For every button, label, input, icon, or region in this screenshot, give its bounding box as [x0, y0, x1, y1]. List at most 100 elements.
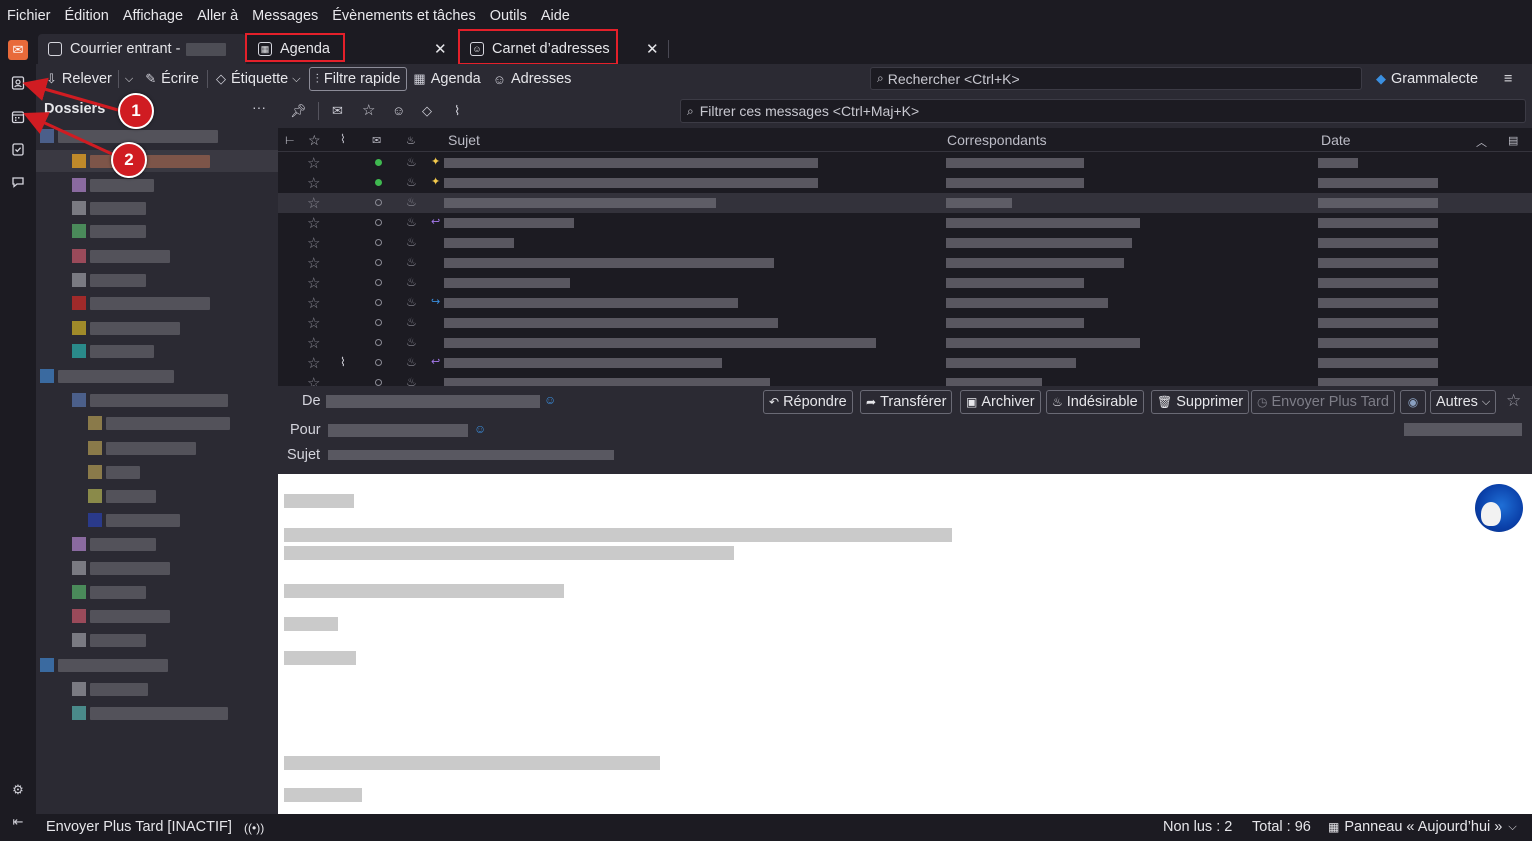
menu-messages[interactable]: Messages: [252, 8, 318, 24]
attachment-column-icon[interactable]: ⌇: [340, 132, 346, 146]
tab-inbox[interactable]: Courrier entrant -: [38, 34, 246, 64]
table-row[interactable]: ☆ ♨: [278, 253, 1532, 273]
folder-item[interactable]: [72, 199, 146, 217]
folder-item[interactable]: [72, 319, 180, 337]
folder-item[interactable]: [72, 631, 146, 649]
contact-icon[interactable]: ☺: [544, 393, 556, 407]
tag-filter-icon[interactable]: ◇: [422, 103, 432, 119]
reply-button[interactable]: ↶ Répondre: [763, 390, 853, 414]
table-row[interactable]: ☆ ♨: [278, 373, 1532, 386]
other-actions-button[interactable]: Autres ⌵: [1430, 390, 1497, 414]
folder-item[interactable]: [72, 222, 146, 240]
calendar-icon: ▦: [1328, 820, 1340, 834]
extension-button[interactable]: ◉: [1400, 390, 1426, 414]
to-value[interactable]: [328, 424, 468, 437]
column-correspondents[interactable]: Correspondants: [947, 132, 1047, 148]
archive-button[interactable]: ▣ Archiver: [960, 390, 1041, 414]
forward-button[interactable]: ➦ Transférer: [860, 390, 953, 414]
calendar-button[interactable]: ▦ Agenda: [407, 67, 486, 91]
filter-placeholder: Filtrer ces messages <Ctrl+Maj+K>: [699, 103, 920, 119]
thread-column-icon[interactable]: ⊢: [285, 134, 295, 147]
table-row[interactable]: ☆ ♨: [278, 193, 1532, 213]
folder-item[interactable]: [88, 414, 230, 432]
star-column-icon[interactable]: ☆: [308, 132, 321, 149]
get-messages-button[interactable]: ⇩ Relever: [40, 67, 118, 91]
folder-pane-more-button[interactable]: ···: [252, 99, 266, 115]
folder-item[interactable]: [40, 367, 174, 385]
from-value[interactable]: [326, 395, 540, 408]
write-button[interactable]: ✎ Écrire: [139, 67, 205, 91]
folder-item[interactable]: [40, 656, 168, 674]
archive-label: Archiver: [981, 394, 1035, 410]
folder-item[interactable]: [72, 704, 228, 722]
menu-edit[interactable]: Édition: [65, 8, 109, 24]
send-later-button[interactable]: ◷ Envoyer Plus Tard: [1251, 390, 1395, 414]
grammalecte-button[interactable]: ◆ Grammalecte: [1370, 67, 1484, 91]
table-row[interactable]: ☆ ♨ ↩: [278, 213, 1532, 233]
table-row[interactable]: ☆ ♨: [278, 333, 1532, 353]
folder-item[interactable]: [72, 247, 170, 265]
quick-filter-button[interactable]: ⫶ Filtre rapide: [308, 67, 408, 91]
close-icon[interactable]: ✕: [646, 40, 659, 58]
app-menu-button[interactable]: ≡: [1498, 67, 1518, 91]
attachment-filter-icon[interactable]: ⌇: [454, 103, 460, 119]
menu-tools[interactable]: Outils: [490, 8, 527, 24]
folder-item[interactable]: [72, 583, 146, 601]
sort-ascending-icon[interactable]: ︿: [1476, 134, 1487, 150]
folder-item[interactable]: [72, 342, 154, 360]
address-book-button[interactable]: ☺ Adresses: [487, 67, 578, 91]
column-date[interactable]: Date: [1321, 132, 1351, 148]
read-column-icon[interactable]: ✉: [372, 134, 381, 147]
contact-filter-icon[interactable]: ☺: [392, 103, 405, 118]
get-messages-menu[interactable]: ⌵: [119, 67, 139, 91]
folder-item[interactable]: [72, 391, 228, 409]
folder-item[interactable]: [72, 680, 148, 698]
menu-help[interactable]: Aide: [541, 8, 570, 24]
online-status-icon[interactable]: ((•)): [244, 821, 264, 835]
folder-item[interactable]: [72, 294, 210, 312]
folder-item[interactable]: [72, 607, 170, 625]
folder-item[interactable]: [88, 511, 180, 529]
menu-events-tasks[interactable]: Évènements et tâches: [332, 8, 475, 24]
collapse-icon[interactable]: ⇤: [8, 812, 28, 832]
column-picker-icon[interactable]: ▤: [1508, 134, 1518, 147]
search-input[interactable]: ⌕ Rechercher <Ctrl+K>: [870, 67, 1362, 90]
table-row[interactable]: ☆ ♨ ✦: [278, 173, 1532, 193]
folder-item[interactable]: [72, 271, 146, 289]
folder-item[interactable]: [36, 150, 278, 172]
folder-item[interactable]: [88, 487, 156, 505]
tag-button[interactable]: ◇ Étiquette ⌵: [210, 67, 307, 91]
menu-view[interactable]: Affichage: [123, 8, 183, 24]
table-row[interactable]: ☆ ♨: [278, 313, 1532, 333]
folder-item[interactable]: [88, 439, 196, 457]
table-row[interactable]: ☆ ♨: [278, 273, 1532, 293]
folder-item[interactable]: [72, 535, 156, 553]
contact-icon[interactable]: ☺: [474, 422, 486, 436]
folder-item[interactable]: [88, 463, 140, 481]
calendar-icon[interactable]: [8, 107, 28, 127]
table-row[interactable]: ☆ ⌇ ♨ ↩: [278, 353, 1532, 373]
address-book-icon[interactable]: [8, 73, 28, 93]
mail-icon[interactable]: ✉: [8, 40, 28, 60]
junk-button[interactable]: ♨ Indésirable: [1046, 390, 1144, 414]
chat-icon[interactable]: [8, 172, 28, 192]
settings-icon[interactable]: ⚙: [8, 780, 28, 800]
star-icon[interactable]: ☆: [1506, 391, 1521, 411]
tasks-icon[interactable]: [8, 139, 28, 159]
filter-messages-input[interactable]: ⌕ Filtrer ces messages <Ctrl+Maj+K>: [680, 99, 1526, 123]
table-row[interactable]: ☆ ♨ ↪: [278, 293, 1532, 313]
pin-icon[interactable]: 📌︎: [290, 103, 307, 119]
junk-column-icon[interactable]: ♨: [406, 134, 416, 147]
star-filter-icon[interactable]: ☆: [362, 101, 375, 119]
folder-item[interactable]: [72, 559, 170, 577]
delete-button[interactable]: 🗑︎ Supprimer: [1151, 390, 1250, 414]
folder-item[interactable]: [72, 176, 154, 194]
menu-go[interactable]: Aller à: [197, 8, 238, 24]
menu-file[interactable]: Fichier: [7, 8, 51, 24]
table-row[interactable]: ☆ ♨: [278, 233, 1532, 253]
unread-filter-icon[interactable]: ✉: [332, 103, 343, 119]
today-pane-toggle[interactable]: ▦ Panneau « Aujourd’hui » ⌵: [1328, 819, 1517, 835]
close-icon[interactable]: ✕: [434, 40, 447, 58]
table-row[interactable]: ☆ ♨ ✦: [278, 153, 1532, 173]
column-subject[interactable]: Sujet: [448, 132, 480, 148]
